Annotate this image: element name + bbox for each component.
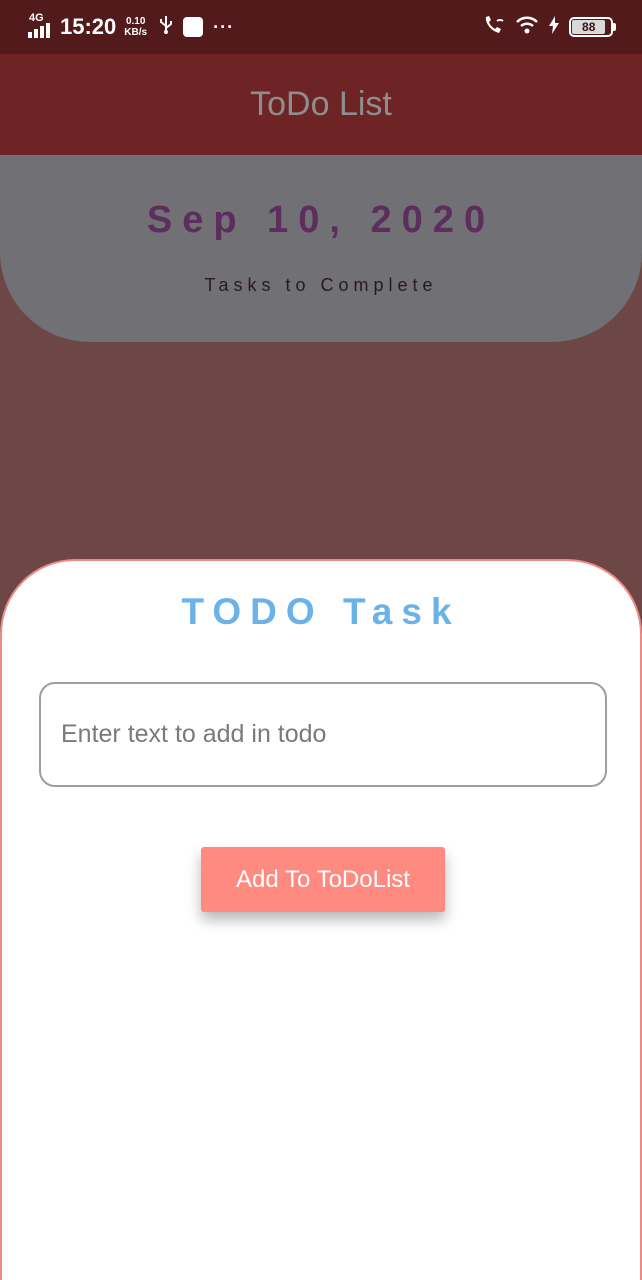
network-speed-value: 0.10 [125,16,146,27]
usb-icon [159,15,173,39]
add-to-todolist-button[interactable]: Add To ToDoList [201,847,445,912]
app-title: ToDo List [250,85,392,123]
wifi-call-icon [483,15,505,40]
status-bar-left: 4G 15:20 0.10 KB/s ··· [28,12,235,40]
current-date: Sep 10, 2020 [146,199,496,241]
sheet-title: TODO Task [181,591,461,632]
battery-icon: 88 [569,17,616,37]
status-bar: 4G 15:20 0.10 KB/s ··· 88 [0,0,642,54]
network-speed: 0.10 KB/s [124,16,147,38]
date-header-card: Sep 10, 2020 Tasks to Complete [0,155,642,342]
network-speed-unit: KB/s [124,27,148,38]
app-notification-icon [183,17,204,37]
battery-level: 88 [572,20,606,34]
app-bar: ToDo List [0,54,642,155]
wifi-icon [515,16,539,39]
status-bar-right: 88 [483,15,616,40]
status-time: 15:20 [60,14,117,39]
more-dots-icon: ··· [213,16,235,37]
todo-text-input[interactable] [39,682,607,787]
signal-icon: 4G [28,12,54,40]
add-todo-sheet: TODO Task Add To ToDoList [0,559,642,1280]
charging-icon [549,15,559,39]
tasks-subtitle: Tasks to Complete [204,275,438,295]
